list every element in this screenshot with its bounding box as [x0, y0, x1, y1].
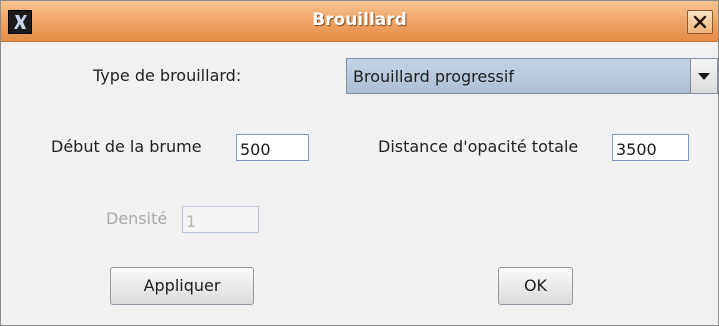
ok-button[interactable]: OK [498, 267, 573, 305]
fog-dialog: Brouillard Type de brouillard: Brouillar… [0, 0, 719, 326]
close-icon [693, 15, 707, 29]
chevron-down-icon [698, 73, 710, 80]
opacity-distance-label: Distance d'opacité totale [378, 137, 579, 156]
opacity-distance-input[interactable] [612, 134, 689, 161]
density-label: Densité [106, 209, 168, 228]
apply-button[interactable]: Appliquer [110, 267, 254, 305]
fog-type-dropdown[interactable]: Brouillard progressif [346, 58, 718, 94]
fog-type-label: Type de brouillard: [93, 66, 242, 85]
density-input [182, 206, 259, 233]
window-title: Brouillard [312, 10, 407, 30]
fog-start-label: Début de la brume [51, 137, 202, 156]
close-button[interactable] [687, 10, 713, 34]
fog-type-selected-value: Brouillard progressif [353, 67, 514, 86]
title-bar[interactable]: Brouillard [1, 1, 718, 42]
fog-start-input[interactable] [236, 134, 309, 161]
dropdown-arrow-button[interactable] [690, 59, 717, 93]
